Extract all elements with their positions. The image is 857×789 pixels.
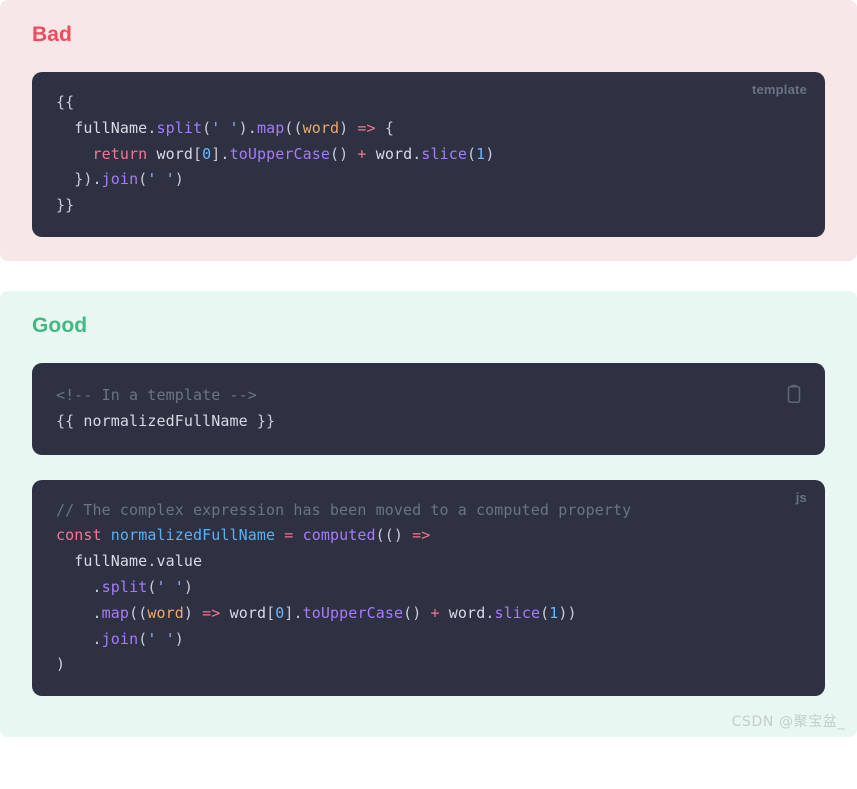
language-badge-js: js	[795, 489, 807, 505]
section-title-good: Good	[32, 313, 88, 337]
copy-code-button[interactable]	[783, 383, 805, 405]
section-good: Good <!-- In a template --> {{ normalize…	[0, 290, 857, 737]
section-divider	[0, 260, 857, 291]
code-content-good-template[interactable]: <!-- In a template --> {{ normalizedFull…	[56, 383, 803, 435]
language-badge-template: template	[751, 82, 807, 97]
code-block-good-template: <!-- In a template --> {{ normalizedFull…	[32, 362, 825, 455]
code-block-good-js: js // The complex expression has been mo…	[32, 479, 825, 697]
code-content-good-js[interactable]: // The complex expression has been moved…	[56, 498, 803, 679]
clipboard-icon	[787, 384, 801, 404]
section-bad: Bad template {{ fullName.split(' ').map(…	[0, 0, 857, 261]
code-content-bad-template[interactable]: {{ fullName.split(' ').map((word) => { r…	[56, 90, 803, 219]
section-title-bad: Bad	[32, 23, 72, 46]
csdn-watermark: CSDN @聚宝盆_	[731, 713, 845, 730]
code-block-bad-template: template {{ fullName.split(' ').map((wor…	[32, 72, 825, 237]
